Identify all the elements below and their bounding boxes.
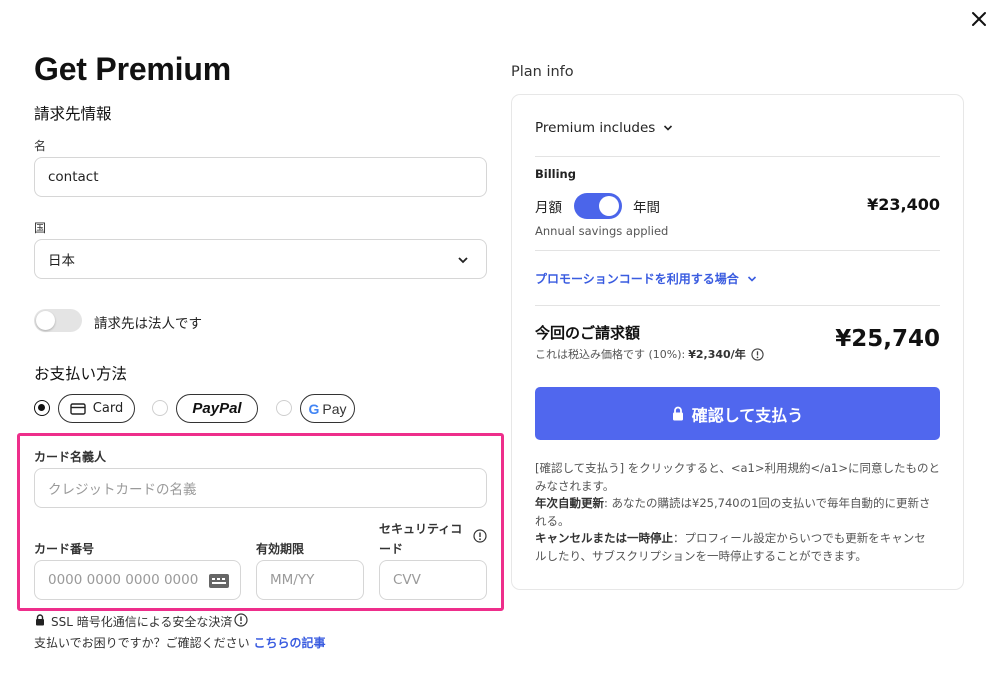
card-holder-label: カード名義人 <box>34 450 107 464</box>
auto-renew-title: 年次自動更新 <box>535 496 604 510</box>
cvc-label-line1: セキュリティコ <box>379 522 463 536</box>
expiry-placeholder: MM/YY <box>270 572 315 588</box>
auto-renew-text: : あなたの購読は¥25,740の1回の支払いで毎年自動的に更新さ <box>604 496 931 510</box>
cancel-note: キャンセルまたは一時停止：プロフィール設定からいつでも更新をキャンセ <box>535 530 945 548</box>
plan-info-heading: Plan info <box>511 64 574 80</box>
gpay-method-button[interactable]: G Pay <box>300 394 355 423</box>
corporate-toggle[interactable] <box>34 309 82 332</box>
promo-code-toggle[interactable]: プロモーションコードを利用する場合 <box>535 270 757 287</box>
card-number-placeholder: 0000 0000 0000 0000 <box>48 572 199 588</box>
expiry-label: 有効期限 <box>256 542 305 556</box>
country-label: 国 <box>34 221 47 235</box>
cvc-label-line2: ード <box>379 542 404 556</box>
info-icon[interactable] <box>234 613 248 627</box>
toggle-knob <box>36 311 55 330</box>
auto-renew-text-2: れる。 <box>535 513 570 528</box>
cancel-text-2: ルしたり、サブスクリプションを一時停止することができます。 <box>535 548 867 563</box>
paypal-logo: PayPal <box>192 400 242 417</box>
payment-method-heading: お支払い方法 <box>34 365 128 383</box>
billing-label: Billing <box>535 167 576 181</box>
country-value: 日本 <box>48 253 75 269</box>
billing-period-toggle[interactable] <box>574 193 622 219</box>
monthly-label: 月額 <box>535 200 562 216</box>
billing-info-heading: 請求先情報 <box>34 105 112 123</box>
country-select[interactable]: 日本 <box>34 239 487 279</box>
google-g-icon: G <box>308 400 320 417</box>
savings-note: Annual savings applied <box>535 224 669 238</box>
help-text: 支払いでお困りですか？ご確認ください <box>34 636 250 650</box>
terms-line-1: [確認して支払う] をクリックすると、<a1>利用規約</a1>に同意したものと <box>535 461 940 475</box>
tax-amount: ¥2,340/年 <box>688 348 746 361</box>
card-holder-placeholder: クレジットカードの名義 <box>48 482 197 498</box>
close-button[interactable] <box>968 8 990 30</box>
toggle-knob <box>599 196 619 216</box>
help-line: 支払いでお困りですか？ご確認ください こちらの記事 <box>34 634 326 651</box>
card-radio[interactable] <box>34 400 50 416</box>
confirm-and-pay-label: 確認して支払う <box>691 405 804 425</box>
tax-note-text: これは税込み価格です (10%): <box>535 348 686 361</box>
lock-icon <box>36 614 44 626</box>
lock-icon <box>672 406 683 421</box>
help-article-link[interactable]: こちらの記事 <box>253 636 325 650</box>
auto-renew-note: 年次自動更新: あなたの購読は¥25,740の1回の支払いで毎年自動的に更新さ <box>535 495 945 513</box>
divider <box>535 305 940 306</box>
page-title: Get Premium <box>34 51 231 87</box>
terms-line-2: みなされます。 <box>535 478 615 493</box>
cvc-placeholder: CVV <box>393 572 421 588</box>
divider <box>535 250 940 251</box>
total-label: 今回のご請求額 <box>535 324 641 342</box>
gpay-label: Pay <box>322 400 347 417</box>
card-holder-input[interactable]: クレジットカードの名義 <box>34 468 487 508</box>
card-number-input[interactable]: 0000 0000 0000 0000 <box>34 560 241 600</box>
paypal-radio[interactable] <box>152 400 168 416</box>
confirm-and-pay-button[interactable]: 確認して支払う <box>535 387 940 440</box>
promo-code-label: プロモーションコードを利用する場合 <box>535 272 739 286</box>
name-value: contact <box>48 169 99 185</box>
terms-note: [確認して支払う] をクリックすると、<a1>利用規約</a1>に同意したものと… <box>535 460 945 565</box>
info-icon[interactable] <box>473 529 487 543</box>
close-icon <box>972 12 986 26</box>
card-chip-icon <box>209 574 229 588</box>
corporate-toggle-label: 請求先は法人です <box>94 316 202 332</box>
chevron-down-icon <box>747 275 756 282</box>
yearly-label: 年間 <box>633 200 660 216</box>
info-icon[interactable] <box>751 347 764 361</box>
cancel-title: キャンセルまたは一時停止 <box>535 531 673 545</box>
name-label: 名 <box>34 139 47 153</box>
card-method-label: Card <box>92 401 124 416</box>
premium-includes-toggle[interactable]: Premium includes <box>535 120 673 136</box>
tax-note: これは税込み価格です (10%): ¥2,340/年 <box>535 346 764 362</box>
gpay-radio[interactable] <box>276 400 292 416</box>
expiry-input[interactable]: MM/YY <box>256 560 364 600</box>
chevron-down-icon <box>664 125 673 131</box>
card-number-label: カード番号 <box>34 542 95 556</box>
credit-card-icon <box>70 402 86 415</box>
paypal-method-button[interactable]: PayPal <box>176 394 258 423</box>
name-field[interactable]: contact <box>34 157 487 197</box>
cancel-text: ：プロフィール設定からいつでも更新をキャンセ <box>673 531 926 545</box>
cvc-input[interactable]: CVV <box>379 560 487 600</box>
card-method-button[interactable]: Card <box>58 394 135 423</box>
total-amount: ¥25,740 <box>835 326 940 352</box>
ssl-note: SSL 暗号化通信による安全な決済 <box>51 615 233 629</box>
chevron-down-icon <box>458 257 468 264</box>
plan-price: ¥23,400 <box>867 195 940 214</box>
premium-includes-label: Premium includes <box>535 120 656 136</box>
divider <box>535 156 940 157</box>
